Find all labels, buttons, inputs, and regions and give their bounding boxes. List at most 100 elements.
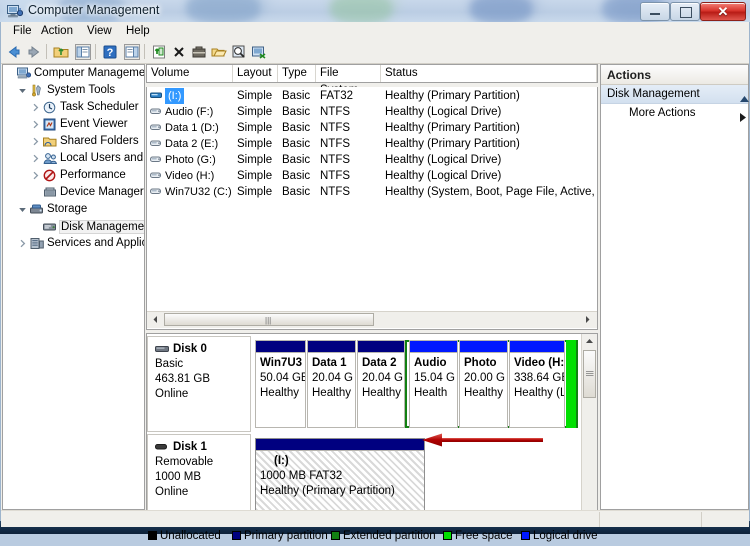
storage-icon [30,203,44,216]
properties-icon[interactable] [191,44,207,60]
sidebar-item-computer-management[interactable]: Computer Management [3,65,144,82]
volume-scroll-thumb[interactable]: ||| [164,313,374,326]
column-header-layout[interactable]: Layout [233,65,278,82]
sidebar-item-label: Storage [47,203,88,215]
menu-action[interactable]: Action [35,24,79,39]
partition-color-bar [410,341,457,353]
chevron-right-icon[interactable] [31,103,40,112]
partition-color-bar [308,341,355,353]
window-client-area: File Action View Help ? Computer Managem… [0,22,750,542]
partition-block[interactable] [566,340,576,428]
table-row[interactable]: Audio (F:) Simple Basic NTFS Healthy (Logica… [147,104,597,120]
table-row[interactable]: Win7U32 (C:) Simple Basic NTFS Healthy (Syst… [147,184,597,200]
cell-volume: Audio (F:) [165,106,214,118]
chevron-down-icon[interactable] [18,205,27,214]
partition-block[interactable]: (I:) 1000 MB FAT32 Healthy (Primary Partit… [255,438,425,522]
partition-status: Healthy [464,387,503,399]
refresh-icon[interactable] [151,44,167,60]
graphic-scroll-thumb[interactable]: ||| [583,350,596,398]
column-header-volume[interactable]: Volume [147,65,233,82]
partition-block[interactable]: Data 1 20.04 G Healthy [307,340,356,428]
chevron-right-icon[interactable] [31,171,40,180]
partition-block[interactable]: Data 2 20.04 G Healthy [357,340,405,428]
table-row[interactable]: Photo (G:) Simple Basic NTFS Healthy (Logica… [147,152,597,168]
chevron-right-icon[interactable] [31,120,40,129]
minimize-button[interactable] [640,2,670,21]
table-row[interactable]: Video (H:) Simple Basic NTFS Healthy (Logica… [147,168,597,184]
table-row[interactable]: (I:) Simple Basic FAT32 Healthy (Primary Par… [147,88,597,104]
sidebar-item-system-tools[interactable]: System Tools [3,82,144,99]
sidebar-item-label: Services and Applicat [47,237,144,249]
actions-disk-management[interactable]: Disk Management [601,85,749,104]
delete-icon[interactable] [171,44,187,60]
console-tree[interactable]: Computer Management System Tools Task Sche… [2,64,145,510]
cell-file-system: NTFS [320,138,351,150]
partition-block[interactable]: Photo 20.00 G Healthy [459,340,508,428]
menu-file[interactable]: File [7,24,38,39]
column-header-status[interactable]: Status [381,65,597,82]
cell-volume: Win7U32 (C:) [165,186,232,198]
toolbar-separator [144,44,145,59]
partition-size: 1000 MB FAT32 [260,470,343,482]
cell-status: Healthy (Logical Drive) [385,170,502,182]
chevron-down-icon[interactable] [18,86,27,95]
toolbar-separator [46,44,47,59]
show-hide-tree-icon[interactable] [75,44,91,60]
properties-pane-icon[interactable] [124,44,140,60]
users-icon [43,152,58,165]
menu-help[interactable]: Help [120,24,156,39]
rescan-disks-icon[interactable] [251,44,267,60]
partition-color-bar [358,341,404,353]
drive-icon [150,187,163,196]
up-folder-icon[interactable] [53,44,69,60]
chevron-right-icon[interactable] [31,137,40,146]
sidebar-item-event-viewer[interactable]: Event Viewer [3,116,144,133]
cell-status: Healthy (Logical Drive) [385,154,502,166]
back-icon[interactable] [6,44,22,60]
partition-block[interactable]: Audio 15.04 G Health [409,340,458,428]
graphic-vertical-scrollbar[interactable]: ||| [581,334,597,526]
volume-list[interactable]: (I:) Simple Basic FAT32 Healthy (Primary Par… [146,87,598,330]
partition-block[interactable]: Video (H: 338.64 GB Healthy (L [509,340,565,428]
sidebar-item-device-manager[interactable]: Device Manager [3,184,144,201]
sidebar-item-shared-folders[interactable]: Shared Folders [3,133,144,150]
close-button[interactable]: ✕ [700,2,746,21]
actions-disk-management-label: Disk Management [607,88,700,100]
computer-management-window: Computer Management ✕ File Action View H… [0,0,750,542]
sidebar-item-task-scheduler[interactable]: Task Scheduler [3,99,144,116]
sidebar-item-performance[interactable]: Performance [3,167,144,184]
actions-pane: Actions Disk Management More Actions [600,64,749,510]
table-row[interactable]: Data 1 (D:) Simple Basic NTFS Healthy (Prima… [147,120,597,136]
actions-more-actions[interactable]: More Actions [601,104,748,123]
performance-icon [43,169,57,182]
partition-status: Health [414,387,448,399]
sidebar-item-disk-management[interactable]: Disk Management [3,218,144,235]
help-icon[interactable]: ? [102,44,118,60]
disk-row-disk0[interactable]: Disk 0 Basic 463.81 GB Online Win7U3 50.0… [147,336,583,432]
partition-color-bar [566,340,576,428]
sidebar-item-local-users-and-gr[interactable]: Local Users and Gr [3,150,144,167]
sidebar-item-label: Task Scheduler [60,101,139,113]
sidebar-item-storage[interactable]: Storage [3,201,144,218]
volume-list-horizontal-scrollbar[interactable]: ||| [147,311,597,328]
forward-icon[interactable] [26,44,42,60]
sidebar-item-services-and-applicat[interactable]: Services and Applicat [3,235,144,252]
chevron-right-icon[interactable] [31,154,40,163]
details-pane: VolumeLayoutTypeFile SystemStatus (I:) Si… [146,64,598,542]
volume-scroll-left[interactable] [149,313,162,326]
maximize-button[interactable] [670,2,700,21]
cell-file-system: FAT32 [320,90,354,102]
sidebar-item-label: System Tools [47,84,116,96]
column-header-file-system[interactable]: File System [316,65,381,96]
partition-block[interactable]: Win7U3 50.04 GB Healthy [255,340,306,428]
open-icon[interactable] [211,44,227,60]
chevron-right-icon[interactable] [18,239,27,248]
zoom-icon[interactable] [231,44,247,60]
cell-status: Healthy (Primary Partition) [385,138,520,150]
volume-scroll-right[interactable] [581,313,594,326]
menu-view[interactable]: View [81,24,118,39]
column-header-type[interactable]: Type [278,65,316,82]
table-row[interactable]: Data 2 (E:) Simple Basic NTFS Healthy (Prima… [147,136,597,152]
graphical-disk-view[interactable]: Disk 0 Basic 463.81 GB Online Win7U3 50.0… [146,333,598,527]
graphic-scroll-up[interactable] [583,335,596,348]
